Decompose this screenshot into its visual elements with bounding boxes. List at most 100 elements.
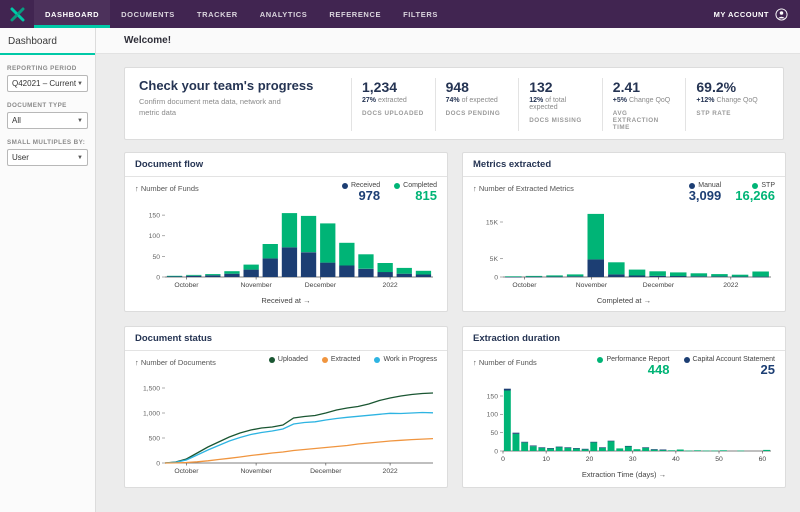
small-multiples-label: SMALL MULTIPLES BY: [7,139,88,146]
document-type-value: All [12,116,21,125]
nav-item-documents[interactable]: DOCUMENTS [110,0,186,28]
legend-value: 16,266 [735,189,775,203]
svg-text:50: 50 [490,430,498,437]
nav-item-label: FILTERS [403,10,438,19]
legend-work-in-progress: Work in Progress [374,356,437,363]
svg-text:October: October [174,282,199,289]
nav-item-label: ANALYTICS [260,10,308,19]
legend-dot [269,357,275,363]
chevron-down-icon: ▼ [77,155,83,161]
stat-label: DOCS MISSING [529,117,592,124]
svg-text:500: 500 [149,435,161,442]
document-type-select[interactable]: All ▼ [7,112,88,129]
x-axis-label: Extraction Time (days) → [473,470,775,479]
svg-text:December: December [310,468,342,475]
nav-item-label: DASHBOARD [45,10,99,19]
svg-text:15K: 15K [486,219,499,226]
svg-text:0: 0 [494,274,498,281]
chart-title: Document status [125,327,447,351]
x-axis-label: Received at → [135,296,437,305]
y-axis-label: ↑ Number of Funds [135,182,199,193]
svg-text:10: 10 [542,456,550,463]
svg-text:0: 0 [156,274,160,281]
y-axis-label: ↑ Number of Extracted Metrics [473,182,574,193]
svg-text:November: November [240,282,272,289]
sidebar: Dashboard REPORTING PERIOD Q42021 – Curr… [0,28,96,512]
stat-value: 2.41 [613,79,676,95]
chart-title: Extraction duration [463,327,785,351]
chart-card-extraction-duration: Extraction duration ↑ Number of Funds Pe… [462,326,786,488]
extraction-duration-chart: 0501001500102030405060 [473,380,775,464]
document-flow-chart: 050100150OctoberNovemberDecember2022 [135,206,437,290]
my-account-button[interactable]: MY ACCOUNT [702,0,800,28]
legend-dot [394,183,400,189]
metrics-extracted-chart: 05K15KOctoberNovemberDecember2022 [473,206,775,290]
kpi-card: Check your team's progress Confirm docum… [124,67,784,140]
svg-text:0: 0 [156,460,160,467]
svg-text:December: December [643,282,675,289]
legend-extracted: Extracted [322,356,361,363]
legend-dot [374,357,380,363]
svg-text:2022: 2022 [383,282,398,289]
legend-stp: STP 16,266 [735,182,775,203]
nav-item-dashboard[interactable]: DASHBOARD [34,0,110,28]
nav-item-tracker[interactable]: TRACKER [186,0,249,28]
svg-text:November: November [240,468,272,475]
svg-text:October: October [174,468,199,475]
x-axis-label: Completed at → [473,296,775,305]
sidebar-title: Dashboard [0,28,95,55]
svg-text:20: 20 [586,456,594,463]
small-multiples-select[interactable]: User ▼ [7,149,88,166]
stat-value: 132 [529,79,592,95]
legend-value: 815 [415,189,437,203]
stat-label: DOCS PENDING [446,110,509,117]
y-axis-label: ↑ Number of Documents [135,356,216,367]
chart-card-document-flow: Document flow ↑ Number of Funds Received… [124,152,448,312]
y-axis-label: ↑ Number of Funds [473,356,537,367]
legend-capital-account-statement: Capital Account Statement 25 [684,356,776,377]
kpi-title: Check your team's progress [139,78,343,93]
svg-text:100: 100 [149,233,161,240]
svg-text:40: 40 [672,456,680,463]
chevron-down-icon: ▼ [77,81,83,87]
stat-value: 948 [446,79,509,95]
nav-item-filters[interactable]: FILTERS [392,0,449,28]
chevron-down-icon: ▼ [77,118,83,124]
stat-stp-rate: 69.2% +12%Change QoQ STP RATE [685,78,769,131]
reporting-period-label: REPORTING PERIOD [7,65,88,72]
stat-change: +5%Change QoQ [613,97,676,104]
svg-text:2022: 2022 [723,282,738,289]
top-nav: DASHBOARD DOCUMENTS TRACKER ANALYTICS RE… [0,0,800,28]
nav-item-analytics[interactable]: ANALYTICS [249,0,319,28]
legend-performance-report: Performance Report 448 [597,356,669,377]
stat-docs-pending: 948 74%of expected DOCS PENDING [435,78,519,131]
svg-text:1,000: 1,000 [143,410,160,417]
nav-item-label: DOCUMENTS [121,10,175,19]
logo-icon [10,7,25,22]
stat-change: 74%of expected [446,97,509,104]
kpi-subtitle: Confirm document meta data, network and … [139,97,289,118]
svg-text:2022: 2022 [383,468,398,475]
stat-change: 12%of total expected [529,97,592,111]
svg-text:December: December [305,282,337,289]
svg-text:100: 100 [487,412,499,419]
stat-value: 1,234 [362,79,425,95]
reporting-period-select[interactable]: Q42021 – Current ▼ [7,75,88,92]
stat-label: STP RATE [696,110,759,117]
svg-text:150: 150 [487,393,499,400]
stat-label: DOCS UPLOADED [362,110,425,117]
small-multiples-value: User [12,153,29,162]
stat-avg-extraction-time: 2.41 +5%Change QoQ AVG EXTRACTION TIME [602,78,686,131]
legend-dot [322,357,328,363]
nav-item-reference[interactable]: REFERENCE [318,0,392,28]
app-logo [0,0,34,28]
svg-text:60: 60 [759,456,767,463]
my-account-label: MY ACCOUNT [714,10,769,19]
nav-item-label: TRACKER [197,10,238,19]
welcome-banner: Welcome! [96,28,800,54]
legend-value: 978 [358,189,380,203]
svg-text:0: 0 [501,456,505,463]
svg-text:50: 50 [715,456,723,463]
svg-text:1,500: 1,500 [143,385,160,392]
legend-uploaded: Uploaded [269,356,308,363]
